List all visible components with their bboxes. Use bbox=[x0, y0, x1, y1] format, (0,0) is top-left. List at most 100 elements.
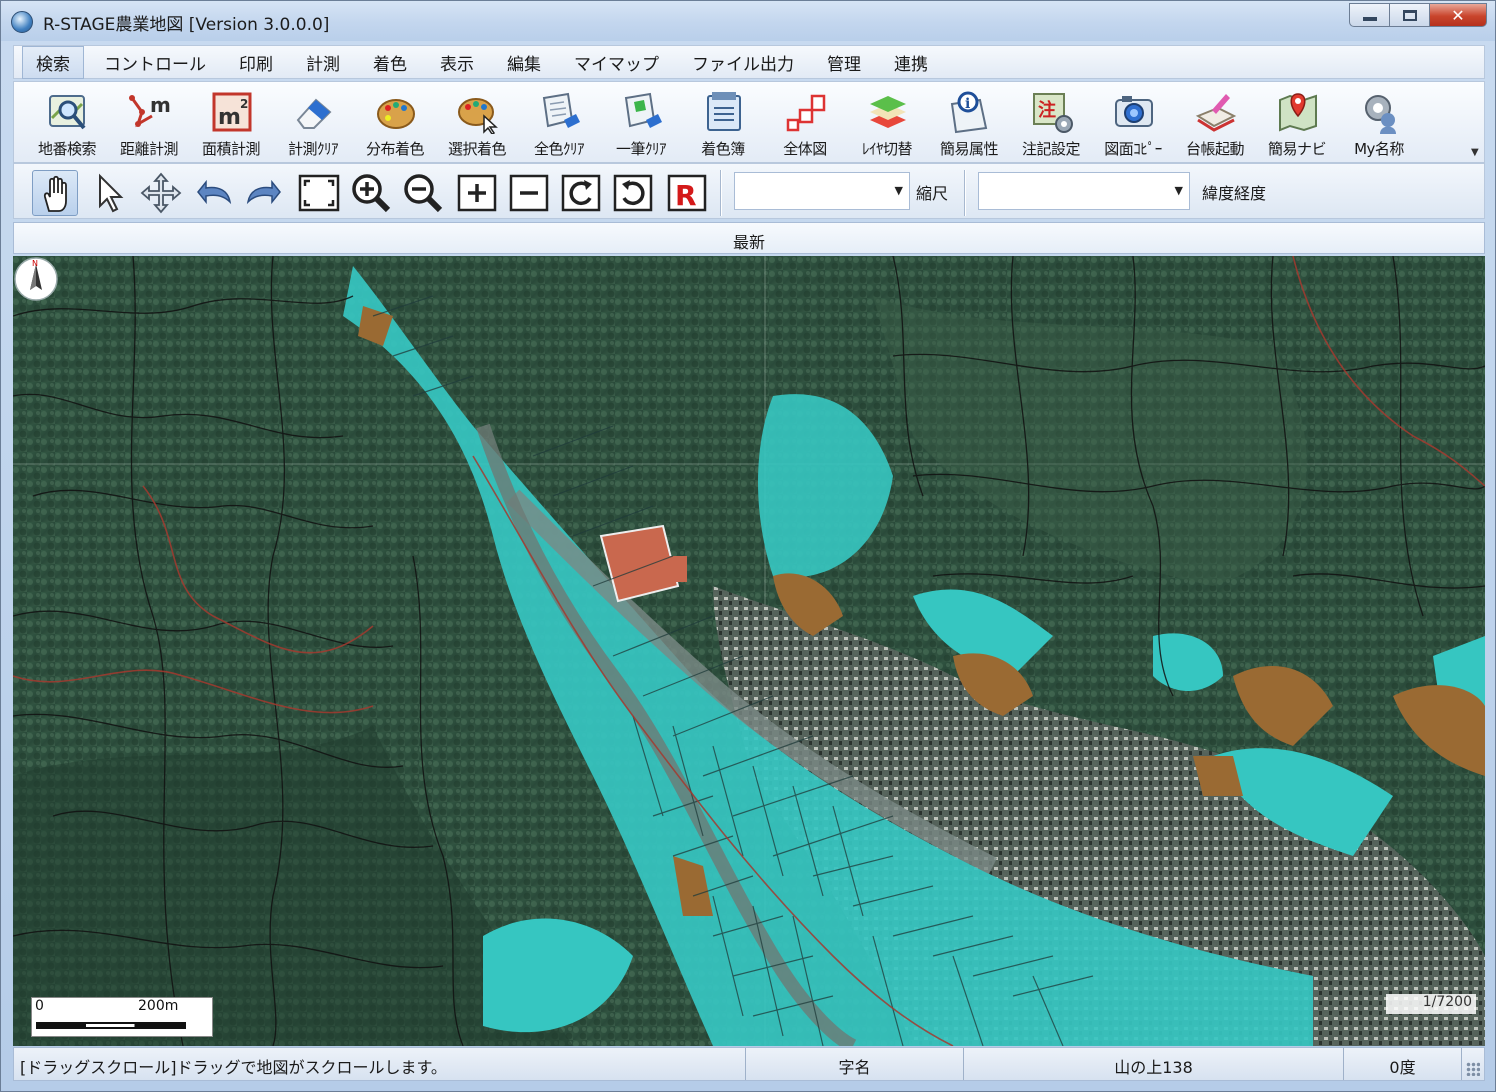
title-bar: R-STAGE農業地図 [Version 3.0.0.0] ✕ bbox=[1, 1, 1495, 41]
zoom-in-icon bbox=[352, 174, 391, 213]
navigation-pin-icon bbox=[1279, 93, 1317, 132]
scale-label: 縮尺 bbox=[916, 184, 949, 203]
palette-icon bbox=[377, 99, 415, 129]
menu-edit[interactable]: 編集 bbox=[494, 47, 554, 78]
rotate-left-icon bbox=[613, 174, 653, 212]
main-toolbar: 地番検索 m 距離計測 m2 面積計測 計測ｸﾘｱ 分布着色 選択着色 全色ｸﾘ… bbox=[13, 81, 1485, 163]
annotation-settings-icon: 注 bbox=[1033, 93, 1073, 133]
eraser-icon bbox=[296, 98, 332, 129]
menu-mymap[interactable]: マイマップ bbox=[561, 47, 672, 78]
toolbar-button-simple-navi[interactable]: 簡易ナビ bbox=[1256, 86, 1338, 160]
toolbar-button-my-name[interactable]: My名称 bbox=[1338, 86, 1420, 160]
toolbar-button-simple-attribute[interactable]: i 簡易属性 bbox=[928, 86, 1010, 160]
app-window: R-STAGE農業地図 [Version 3.0.0.0] ✕ 検索 コントロー… bbox=[0, 0, 1496, 1092]
my-name-icon bbox=[1365, 95, 1396, 134]
toolbar-button-color-register[interactable]: 着色簿 bbox=[682, 86, 764, 160]
select-tool-button[interactable] bbox=[86, 170, 132, 216]
redo-icon bbox=[246, 179, 281, 205]
map-canvas[interactable]: N 0 200m 1/7200 bbox=[13, 256, 1485, 1046]
toolbar-button-parcel-search[interactable]: 地番検索 bbox=[26, 86, 108, 160]
menu-admin[interactable]: 管理 bbox=[814, 47, 874, 78]
redo-button[interactable] bbox=[242, 170, 288, 216]
toolbar-button-distribution-color[interactable]: 分布着色 bbox=[354, 86, 436, 160]
app-globe-icon bbox=[11, 11, 33, 33]
close-button[interactable]: ✕ bbox=[1429, 3, 1487, 27]
scale-ratio: 1/7200 bbox=[1386, 994, 1476, 1014]
zoom-in-box-button[interactable] bbox=[454, 170, 500, 216]
ledger-icon bbox=[1195, 94, 1237, 132]
menu-link[interactable]: 連携 bbox=[881, 47, 941, 78]
maximize-button[interactable] bbox=[1389, 3, 1429, 27]
svg-text:N: N bbox=[32, 259, 38, 268]
menu-control[interactable]: コントロール bbox=[91, 47, 219, 78]
window-title: R-STAGE農業地図 [Version 3.0.0.0] bbox=[43, 15, 330, 35]
color-register-icon bbox=[707, 92, 741, 131]
toolbar-separator bbox=[720, 170, 722, 216]
full-extent-button[interactable] bbox=[296, 170, 342, 216]
aerial-map-image bbox=[13, 256, 1485, 1046]
map-search-icon bbox=[49, 95, 86, 130]
svg-text:2: 2 bbox=[240, 97, 248, 111]
svg-text:m: m bbox=[150, 93, 171, 117]
toolbar-button-clear-all-color[interactable]: 全色ｸﾘｱ bbox=[518, 86, 600, 160]
chevron-down-icon: ▼ bbox=[894, 184, 903, 197]
toolbar-label: 台帳起動 bbox=[1185, 140, 1245, 158]
menu-view[interactable]: 表示 bbox=[427, 47, 487, 78]
full-extent-icon bbox=[298, 174, 340, 212]
status-message: [ドラッグスクロール]ドラッグで地図がスクロールします。 bbox=[14, 1048, 746, 1080]
toolbar-button-measure-clear[interactable]: 計測ｸﾘｱ bbox=[272, 86, 354, 160]
layers-icon bbox=[870, 96, 906, 128]
status-aza-label: 字名 bbox=[746, 1048, 964, 1080]
scale-combo[interactable]: ▼ bbox=[734, 172, 910, 210]
toolbar-label: 一筆ｸﾘｱ bbox=[615, 140, 667, 158]
pan-tool-button[interactable] bbox=[32, 170, 78, 216]
toolbar-button-clear-parcel[interactable]: 一筆ｸﾘｱ bbox=[600, 86, 682, 160]
zoom-out-button[interactable] bbox=[400, 170, 446, 216]
minimize-button[interactable] bbox=[1349, 3, 1389, 27]
rotate-right-button[interactable] bbox=[558, 170, 604, 216]
palette-select-icon bbox=[458, 98, 498, 134]
undo-button[interactable] bbox=[190, 170, 236, 216]
scale-bar-start: 0 bbox=[35, 998, 44, 1014]
svg-text:注: 注 bbox=[1038, 99, 1056, 121]
map-header-strip: 最新 bbox=[13, 222, 1485, 254]
scale-bar-end: 200m bbox=[138, 998, 179, 1014]
toolbar-button-ledger-launch[interactable]: 台帳起動 bbox=[1174, 86, 1256, 160]
toolbar-button-map-copy[interactable]: 図面ｺﾋﾟｰ bbox=[1092, 86, 1174, 160]
rotate-left-button[interactable] bbox=[610, 170, 656, 216]
move-tool-button[interactable] bbox=[138, 170, 184, 216]
toolbar-button-overview[interactable]: 全体図 bbox=[764, 86, 846, 160]
window-controls: ✕ bbox=[1349, 3, 1487, 27]
chevron-down-icon: ▼ bbox=[1471, 147, 1479, 158]
toolbar-label: 全色ｸﾘｱ bbox=[533, 140, 585, 158]
toolbar-button-area[interactable]: m2 面積計測 bbox=[190, 86, 272, 160]
toolbar-separator bbox=[964, 170, 966, 216]
menu-search[interactable]: 検索 bbox=[22, 45, 84, 79]
toolbar-button-annotation-settings[interactable]: 注 注記設定 bbox=[1010, 86, 1092, 160]
menu-measure[interactable]: 計測 bbox=[293, 47, 353, 78]
toolbar-label: 簡易ナビ bbox=[1267, 140, 1327, 158]
latlon-combo[interactable]: ▼ bbox=[978, 172, 1190, 210]
north-compass-icon[interactable]: N bbox=[13, 256, 59, 302]
chevron-down-icon: ▼ bbox=[1174, 184, 1183, 197]
toolbar-button-distance[interactable]: m 距離計測 bbox=[108, 86, 190, 160]
toolbar-button-layer-switch[interactable]: ﾚｲﾔ切替 bbox=[846, 86, 928, 160]
menu-file-output[interactable]: ファイル出力 bbox=[679, 47, 807, 78]
toolbar-label: ﾚｲﾔ切替 bbox=[861, 140, 913, 158]
scale-bar: 0 200m bbox=[31, 997, 213, 1037]
zoom-in-button[interactable] bbox=[348, 170, 394, 216]
toolbar-overflow-button[interactable]: ▼ bbox=[1468, 86, 1482, 160]
reset-r-icon: R bbox=[667, 174, 707, 212]
toolbar-button-selection-color[interactable]: 選択着色 bbox=[436, 86, 518, 160]
pan-hand-icon bbox=[43, 175, 67, 212]
zoom-out-box-button[interactable] bbox=[506, 170, 552, 216]
toolbar-label: My名称 bbox=[1354, 140, 1404, 158]
menu-coloring[interactable]: 着色 bbox=[360, 47, 420, 78]
info-icon: i bbox=[950, 91, 988, 134]
reset-rotation-button[interactable]: R bbox=[664, 170, 710, 216]
resize-grip[interactable] bbox=[1466, 1062, 1480, 1076]
toolbar-label: 図面ｺﾋﾟｰ bbox=[1104, 140, 1162, 158]
move-arrows-icon bbox=[140, 172, 182, 214]
toolbar-label: 全体図 bbox=[783, 140, 827, 158]
menu-print[interactable]: 印刷 bbox=[226, 47, 286, 78]
